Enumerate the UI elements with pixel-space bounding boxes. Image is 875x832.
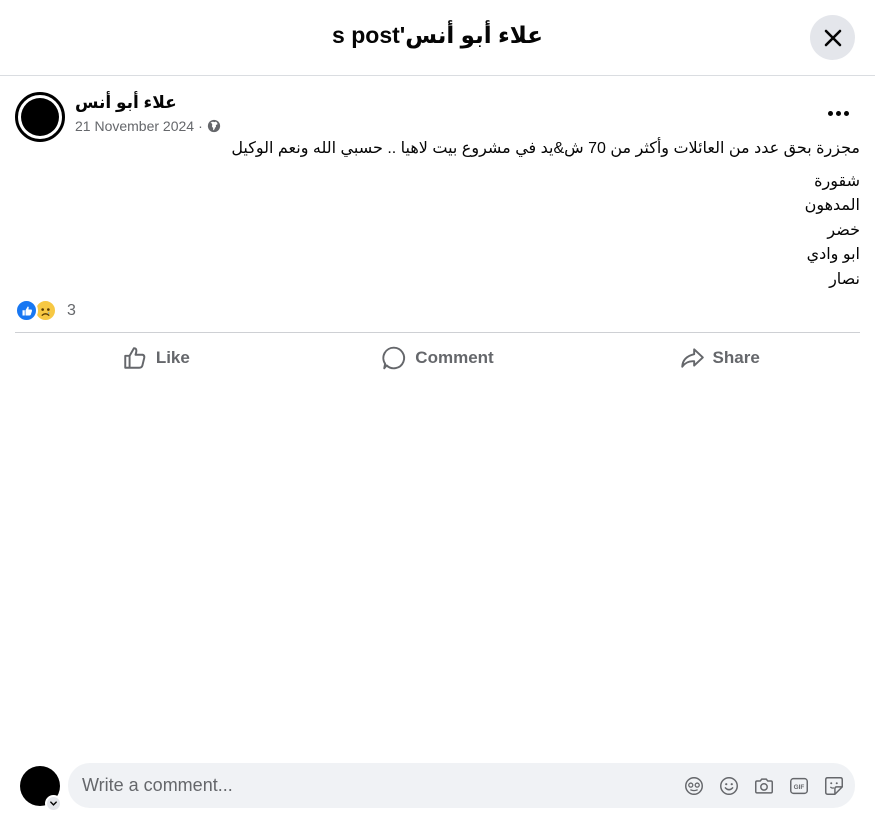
composer-icons: GIF xyxy=(682,774,845,797)
chevron-down-icon xyxy=(50,801,57,806)
comment-label: Comment xyxy=(415,348,494,367)
author-name[interactable]: علاء أبو أنس xyxy=(75,93,177,113)
comment-composer: GIF xyxy=(0,760,875,820)
post-date[interactable]: 21 November 2024 xyxy=(75,118,194,134)
more-options-button[interactable] xyxy=(820,102,856,124)
camera-icon[interactable] xyxy=(752,774,775,797)
post-text-line: المدهون xyxy=(804,197,860,214)
emoji-icon[interactable] xyxy=(717,774,740,797)
post-text-line: شقورة xyxy=(814,172,860,190)
share-label: Share xyxy=(712,348,760,367)
comment-button[interactable]: Comment xyxy=(297,339,579,377)
share-arrow-icon xyxy=(680,348,704,368)
post-meta: 21 November 2024 · xyxy=(75,118,221,134)
reactions-summary[interactable]: 3 xyxy=(15,299,76,322)
more-icon-dot xyxy=(843,110,849,116)
like-label: Like xyxy=(155,348,190,367)
comment-box: GIF xyxy=(68,763,855,808)
comment-bubble-icon xyxy=(382,346,406,370)
more-icon-dot xyxy=(835,110,841,116)
post-text-line: نصار xyxy=(829,270,860,288)
close-icon xyxy=(824,29,841,46)
dialog-title: علاء أبو أنس's post xyxy=(332,22,543,48)
post-actions-bar: Like Comment Share xyxy=(15,339,860,377)
like-button[interactable]: Like xyxy=(15,339,297,377)
svg-text:GIF: GIF xyxy=(793,783,804,790)
globe-icon xyxy=(207,119,220,133)
avatar-switcher-button[interactable] xyxy=(45,795,62,812)
actions-divider xyxy=(15,332,860,333)
reaction-count: 3 xyxy=(67,301,76,319)
comment-input[interactable] xyxy=(82,763,662,808)
post-text-line: ابو وادي xyxy=(806,246,860,263)
like-reaction-icon xyxy=(15,299,38,322)
dialog-header: علاء أبو أنس's post xyxy=(0,0,875,76)
gif-icon[interactable]: GIF xyxy=(787,774,810,797)
share-button[interactable]: Share xyxy=(578,339,860,377)
post-body: مجزرة بحق عدد من العائلات وأكثر من 70 ش&… xyxy=(100,137,860,292)
post-text-line: مجزرة بحق عدد من العائلات وأكثر من 70 ش&… xyxy=(231,140,860,157)
avatar-sticker-icon[interactable] xyxy=(682,774,705,797)
post-text-line: خضر xyxy=(827,221,860,239)
meta-separator: · xyxy=(198,118,203,134)
more-icon-dot xyxy=(827,110,833,116)
sticker-icon[interactable] xyxy=(822,774,845,797)
close-button[interactable] xyxy=(810,15,855,60)
thumbs-up-icon xyxy=(124,347,146,369)
author-avatar[interactable] xyxy=(15,92,65,142)
